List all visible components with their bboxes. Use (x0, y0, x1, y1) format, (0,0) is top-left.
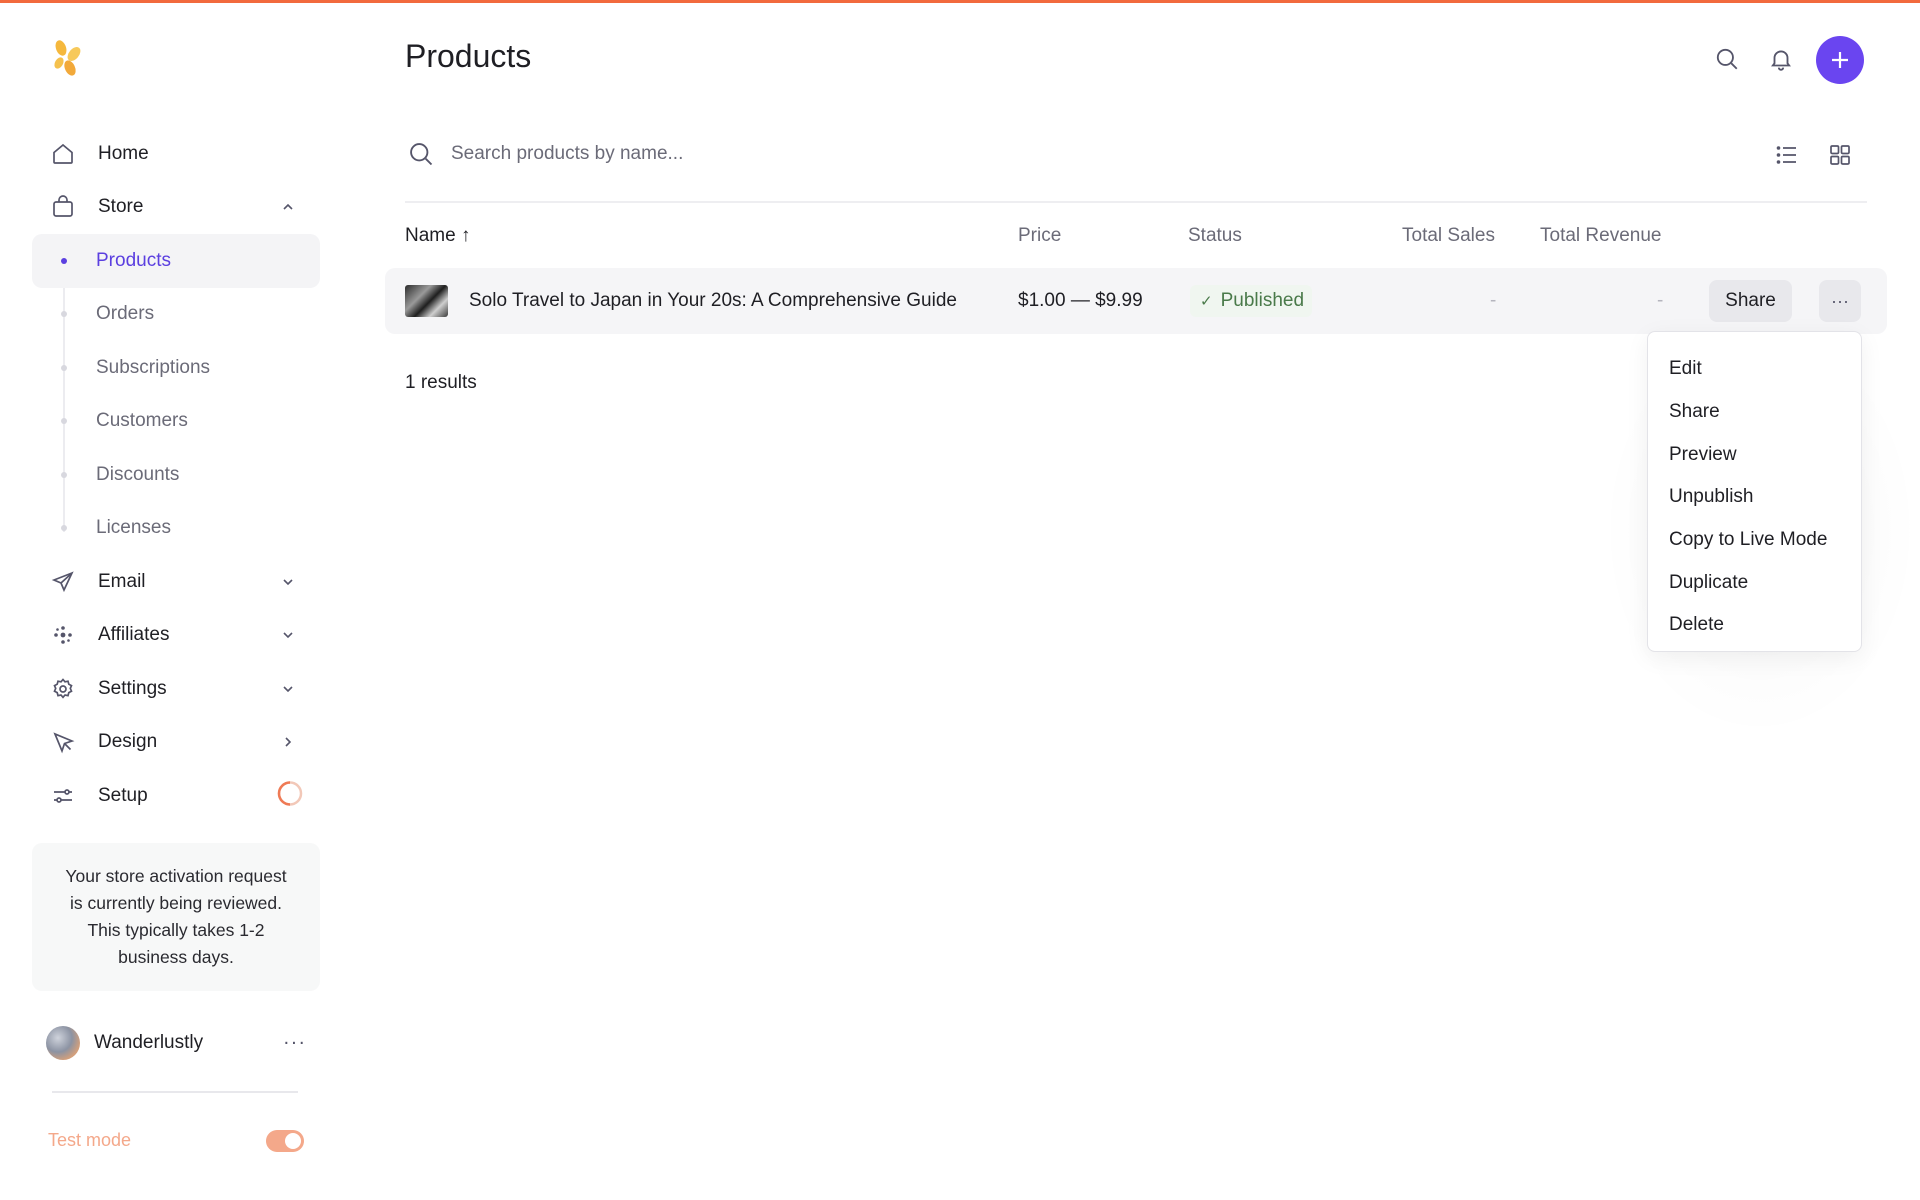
sidebar-item-label: Affiliates (98, 624, 170, 646)
activation-message: Your store activation request is current… (65, 866, 287, 967)
row-actions-menu: Edit Share Preview Unpublish Copy to Liv… (1647, 331, 1862, 652)
chevron-right-icon[interactable] (280, 734, 296, 750)
sidebar-item-label: Email (98, 570, 146, 592)
sidebar-item-label: Home (98, 142, 149, 164)
dot (61, 418, 67, 425)
sidebar-item-products[interactable]: Products (32, 234, 320, 288)
user-menu[interactable]: Wanderlustly ··· (46, 1026, 306, 1060)
menu-item-delete[interactable]: Delete (1648, 604, 1861, 647)
user-name: Wanderlustly (94, 1032, 204, 1053)
column-header-total-sales: Total Sales (1402, 225, 1495, 246)
search-bar (405, 132, 1867, 176)
add-product-button[interactable] (1816, 36, 1864, 84)
product-price: $1.00 — $9.99 (1018, 290, 1143, 311)
sidebar-item-subscriptions[interactable]: Subscriptions (32, 341, 320, 395)
sidebar-item-label: Customers (96, 410, 188, 432)
column-header-name[interactable]: Name ↑ (405, 225, 470, 247)
chevron-up-icon[interactable] (280, 199, 296, 215)
sidebar-item-licenses[interactable]: Licenses (32, 502, 320, 556)
chevron-down-icon[interactable] (280, 681, 296, 697)
test-mode-label: Test mode (48, 1130, 132, 1150)
sidebar-item-label: Store (98, 196, 144, 218)
paper-plane-icon (50, 569, 76, 595)
sidebar-item-orders[interactable]: Orders (32, 288, 320, 342)
sidebar-item-label: Setup (98, 784, 148, 806)
page-title: Products (405, 38, 532, 74)
menu-item-edit[interactable]: Edit (1648, 348, 1861, 391)
sidebar-item-discounts[interactable]: Discounts (32, 448, 320, 502)
sidebar-item-design[interactable]: Design (32, 716, 320, 770)
sidebar-item-store[interactable]: Store (32, 181, 320, 235)
more-icon[interactable]: ··· (283, 1032, 306, 1055)
chevron-down-icon[interactable] (280, 627, 296, 643)
menu-item-unpublish[interactable]: Unpublish (1648, 476, 1861, 519)
sidebar-item-home[interactable]: Home (32, 127, 320, 181)
gear-icon (50, 676, 76, 702)
menu-item-duplicate[interactable]: Duplicate (1648, 561, 1861, 604)
plus-icon (1828, 48, 1852, 72)
store-subnav: Products Orders Subscriptions Customers … (32, 234, 320, 555)
menu-item-copy-to-live-mode[interactable]: Copy to Live Mode (1648, 519, 1861, 562)
dot (61, 525, 67, 532)
sidebar-item-label: Licenses (96, 517, 171, 539)
setup-progress-icon (276, 779, 304, 812)
avatar (46, 1026, 80, 1060)
sidebar-item-settings[interactable]: Settings (32, 662, 320, 716)
product-name[interactable]: Solo Travel to Japan in Your 20s: A Comp… (469, 290, 957, 312)
chevron-down-icon[interactable] (280, 574, 296, 590)
logo-icon[interactable] (50, 38, 86, 80)
divider (52, 1091, 298, 1093)
bell-icon[interactable] (1766, 44, 1796, 74)
list-view-icon[interactable] (1774, 142, 1800, 168)
column-header-price: Price (1018, 225, 1062, 246)
shopping-bag-icon (50, 194, 76, 220)
more-actions-button[interactable]: ··· (1819, 280, 1861, 322)
dot (61, 311, 67, 318)
sidebar-item-email[interactable]: Email (32, 555, 320, 609)
more-icon: ··· (1831, 290, 1849, 311)
search-icon[interactable] (1712, 44, 1742, 74)
activation-notice: Your store activation request is current… (32, 843, 320, 991)
results-count: 1 results (405, 372, 477, 393)
product-thumbnail (405, 285, 448, 317)
toggle-knob (285, 1133, 301, 1149)
affiliates-icon (50, 622, 76, 648)
sidebar-item-label: Orders (96, 303, 155, 325)
divider (405, 201, 1867, 203)
test-mode-toggle[interactable] (266, 1130, 304, 1152)
home-icon (50, 141, 76, 167)
menu-item-preview[interactable]: Preview (1648, 433, 1861, 476)
dot (61, 364, 67, 371)
search-input[interactable] (451, 136, 1151, 172)
grid-view-icon[interactable] (1827, 142, 1853, 168)
column-header-total-revenue: Total Revenue (1540, 225, 1662, 246)
sidebar-item-label: Settings (98, 677, 167, 699)
sidebar-nav: Home Store Products Orders Subscriptions… (32, 127, 320, 823)
sidebar-item-label: Design (98, 731, 158, 753)
status-label: Published (1220, 290, 1305, 311)
sidebar-item-customers[interactable]: Customers (32, 395, 320, 449)
sidebar: Home Store Products Orders Subscriptions… (0, 0, 340, 1200)
dot (61, 471, 67, 478)
cursor-icon (50, 729, 76, 755)
menu-item-share[interactable]: Share (1648, 391, 1861, 434)
sidebar-item-label: Subscriptions (96, 356, 211, 378)
share-button[interactable]: Share (1709, 280, 1792, 322)
total-revenue-value: - (1657, 290, 1664, 311)
search-icon (407, 140, 435, 173)
sliders-icon (50, 783, 76, 809)
sidebar-item-label: Products (96, 249, 171, 271)
check-icon: ✓ (1200, 293, 1213, 310)
column-header-status: Status (1188, 225, 1242, 246)
status-badge: ✓ Published (1190, 285, 1313, 317)
total-sales-value: - (1490, 290, 1497, 311)
active-dot (61, 257, 67, 264)
sidebar-item-label: Discounts (96, 463, 180, 485)
sidebar-item-affiliates[interactable]: Affiliates (32, 609, 320, 663)
sidebar-item-setup[interactable]: Setup (32, 769, 320, 823)
